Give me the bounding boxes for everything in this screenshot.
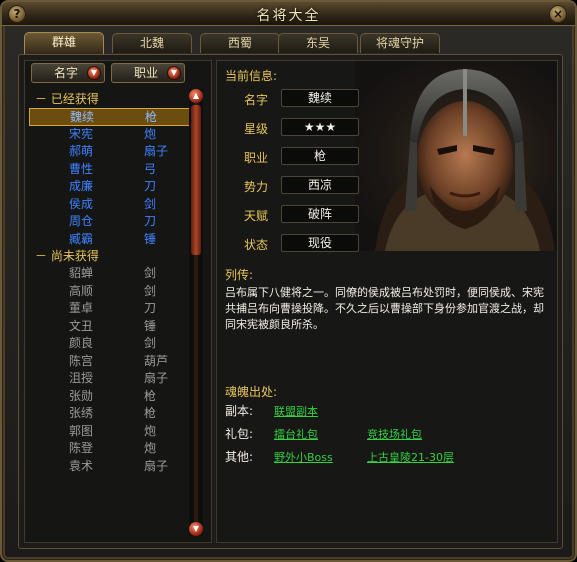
list-item[interactable]: 颜良剑 bbox=[29, 335, 193, 353]
collapse-icon: － bbox=[35, 249, 48, 263]
list-item[interactable]: 郭图炮 bbox=[29, 423, 193, 441]
attr-value-status: 现役 bbox=[281, 234, 359, 252]
list-item[interactable]: 高顺剑 bbox=[29, 283, 193, 301]
attr-label-faction: 势力 bbox=[243, 180, 268, 194]
list-item[interactable]: 张勋枪 bbox=[29, 388, 193, 406]
attr-label-stars: 星级 bbox=[243, 122, 268, 136]
list-item[interactable]: 沮授 扇子 bbox=[29, 370, 193, 388]
general-list-panel: 名字 ▼ 职业 ▼ － 已经获得 魏续枪 宋宪炮 郝萌 扇子 曹性弓 成廉刀 侯成… bbox=[24, 60, 212, 543]
not-owned-group-header[interactable]: － 尚未获得 bbox=[29, 248, 193, 265]
sort-by-job-button[interactable]: 职业 ▼ bbox=[111, 63, 185, 83]
window-title: 名将大全 bbox=[256, 8, 321, 24]
tab-qunxiong[interactable]: 群雄 bbox=[24, 32, 104, 54]
attr-value-name: 魏续 bbox=[281, 89, 359, 107]
list-item[interactable]: 臧霸锤 bbox=[29, 231, 193, 249]
dungeon-link[interactable]: 联盟副本 bbox=[274, 403, 318, 419]
owned-group-header[interactable]: － 已经获得 bbox=[29, 91, 193, 108]
sort-job-label: 职业 bbox=[134, 66, 159, 80]
list-scrollbar[interactable]: ▲ ▼ bbox=[189, 89, 203, 536]
tab-beiwei[interactable]: 北魏 bbox=[112, 33, 192, 53]
dungeon-source-label: 副本: bbox=[225, 404, 254, 418]
sort-by-name-button[interactable]: 名字 ▼ bbox=[31, 63, 105, 83]
tab-soul-guard[interactable]: 将魂守护 bbox=[360, 33, 440, 53]
attr-label-status: 状态 bbox=[243, 238, 268, 252]
biography-label: 列传: bbox=[225, 268, 254, 282]
attr-label-name: 名字 bbox=[243, 93, 268, 107]
famous-generals-window: ? 名将大全 × 群雄 北魏 西蜀 东吴 将魂守护 名字 ▼ 职业 ▼ － 已经… bbox=[0, 0, 577, 562]
biography-text: 吕布属下八健将之一。同僚的侯成被吕布处罚时，便同侯成、宋宪共捕吕布向曹操投降。不… bbox=[225, 286, 544, 331]
title-bar: ? 名将大全 × bbox=[2, 2, 575, 26]
attr-value-faction: 西凉 bbox=[281, 176, 359, 194]
list-item[interactable]: 郝萌 扇子 bbox=[29, 143, 193, 161]
attr-label-job: 职业 bbox=[243, 151, 268, 165]
scroll-up-icon[interactable]: ▲ bbox=[189, 89, 203, 103]
warrior-portrait-image bbox=[375, 69, 555, 251]
general-portrait bbox=[355, 61, 557, 251]
attr-value-job: 枪 bbox=[281, 147, 359, 165]
general-info-panel: 当前信息: 名字 魏续 星级 ★★★ 职业 枪 势力 西凉 天赋 破阵 状态 现… bbox=[216, 60, 558, 543]
gift-link-arena-platform[interactable]: 擂台礼包 bbox=[274, 426, 318, 442]
list-item[interactable]: 成廉刀 bbox=[29, 178, 193, 196]
list-item[interactable]: 袁术 扇子 bbox=[29, 458, 193, 476]
dropdown-arrow-icon: ▼ bbox=[167, 66, 181, 80]
list-item[interactable]: 曹性弓 bbox=[29, 161, 193, 179]
list-item[interactable]: 董卓刀 bbox=[29, 300, 193, 318]
list-item[interactable]: 周仓刀 bbox=[29, 213, 193, 231]
tab-dongwu[interactable]: 东吴 bbox=[278, 33, 358, 53]
scroll-thumb[interactable] bbox=[191, 105, 201, 255]
attr-label-talent: 天赋 bbox=[243, 209, 268, 223]
collapse-icon: － bbox=[35, 92, 48, 106]
list-item[interactable]: 貂蝉剑 bbox=[29, 265, 193, 283]
close-button[interactable]: × bbox=[549, 5, 567, 23]
list-item[interactable]: 魏续枪 bbox=[29, 108, 193, 126]
gift-source-label: 礼包: bbox=[225, 427, 254, 441]
list-item[interactable]: 陈宫 葫芦 bbox=[29, 353, 193, 371]
general-list: － 已经获得 魏续枪 宋宪炮 郝萌 扇子 曹性弓 成廉刀 侯成剑 周仓刀 臧霸锤 … bbox=[29, 91, 193, 475]
soul-source-label: 魂魄出处: bbox=[225, 385, 278, 399]
other-source-label: 其他: bbox=[225, 450, 254, 464]
list-item[interactable]: 张绣枪 bbox=[29, 405, 193, 423]
attr-value-talent: 破阵 bbox=[281, 205, 359, 223]
list-item[interactable]: 陈登炮 bbox=[29, 440, 193, 458]
sort-name-label: 名字 bbox=[54, 66, 79, 80]
list-item[interactable]: 侯成剑 bbox=[29, 196, 193, 214]
attr-value-stars: ★★★ bbox=[281, 118, 359, 136]
current-info-label: 当前信息: bbox=[225, 69, 278, 83]
dropdown-arrow-icon: ▼ bbox=[87, 66, 101, 80]
scroll-down-icon[interactable]: ▼ bbox=[189, 522, 203, 536]
list-item[interactable]: 宋宪炮 bbox=[29, 126, 193, 144]
gift-link-arena[interactable]: 竞技场礼包 bbox=[367, 426, 422, 442]
tab-xishu[interactable]: 西蜀 bbox=[200, 33, 280, 53]
other-link-field-boss[interactable]: 野外小Boss bbox=[274, 449, 333, 465]
list-item[interactable]: 文丑锤 bbox=[29, 318, 193, 336]
other-link-ancient-tomb[interactable]: 上古皇陵21-30层 bbox=[367, 449, 454, 465]
